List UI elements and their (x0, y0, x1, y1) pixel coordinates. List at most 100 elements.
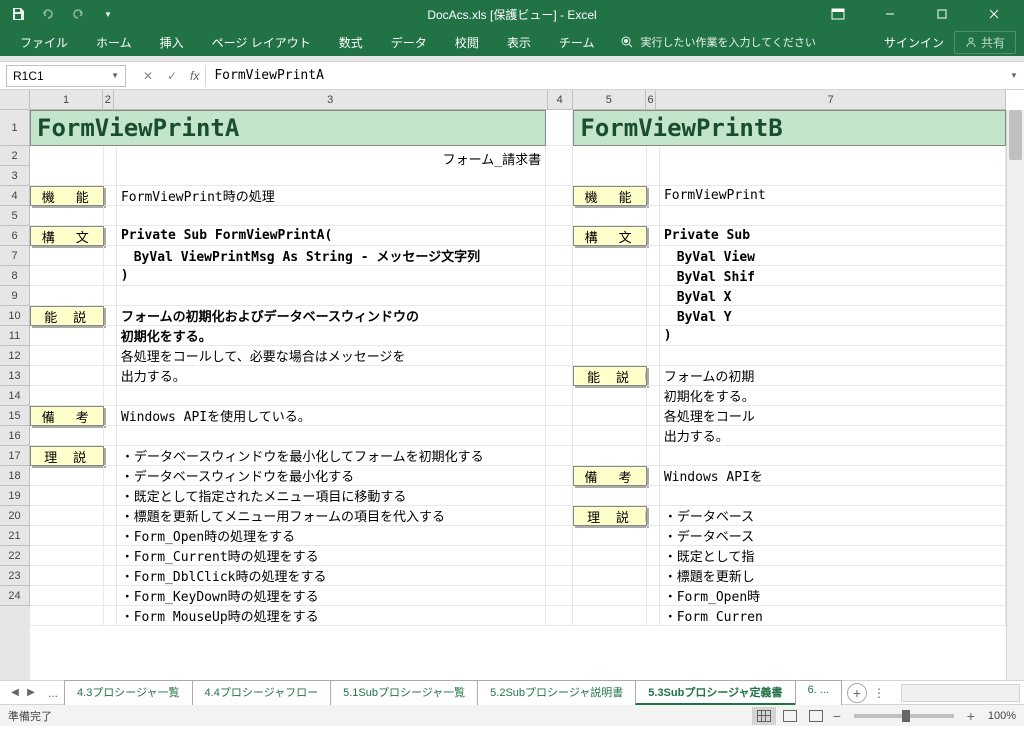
cell[interactable] (104, 246, 117, 266)
cell[interactable]: ・既定として指定されたメニュー項目に移動する (117, 486, 546, 506)
cell[interactable]: ・Form_Current時の処理をする (117, 546, 546, 566)
cell[interactable] (117, 206, 546, 226)
cell[interactable] (546, 406, 573, 426)
save-icon[interactable] (8, 4, 28, 24)
row-header[interactable]: 4 (0, 186, 30, 206)
sheet-tab[interactable]: 4.3プロシージャ一覧 (64, 680, 193, 705)
cell[interactable] (546, 466, 573, 486)
cell[interactable]: ByVal Shif (660, 266, 1006, 286)
row-header[interactable]: 10 (0, 306, 30, 326)
cell[interactable] (546, 346, 573, 366)
cell[interactable] (647, 286, 660, 306)
cell[interactable] (647, 526, 660, 546)
cell[interactable] (117, 426, 546, 446)
column-header[interactable]: 5 (573, 90, 646, 110)
cell[interactable] (573, 526, 647, 546)
cell[interactable] (647, 426, 660, 446)
cell[interactable] (573, 246, 647, 266)
view-page-layout-button[interactable] (778, 707, 802, 725)
cell[interactable]: フォームの初期化およびデータベースウィンドウの (117, 306, 546, 326)
cell[interactable]: ・データベースウィンドウを最小化する (117, 466, 546, 486)
cell[interactable] (647, 406, 660, 426)
tabs-more-icon[interactable]: ⋮ (867, 686, 891, 700)
cell[interactable] (546, 446, 573, 466)
cell[interactable] (647, 546, 660, 566)
cell[interactable] (573, 406, 647, 426)
cell[interactable] (647, 506, 660, 526)
cell[interactable] (546, 486, 573, 506)
cell[interactable] (647, 346, 660, 366)
tabs-overflow-left[interactable]: ... (42, 686, 64, 700)
row-header[interactable]: 15 (0, 406, 30, 426)
cell[interactable] (30, 326, 104, 346)
cell[interactable]: 処 理 説 明 (573, 506, 647, 526)
fx-icon[interactable]: fx (190, 69, 199, 83)
cell[interactable]: ) (117, 266, 546, 286)
tab-nav-next-icon[interactable]: ▶ (24, 686, 38, 700)
cell[interactable] (104, 446, 117, 466)
cell[interactable] (30, 466, 104, 486)
row-header[interactable]: 5 (0, 206, 30, 226)
undo-icon[interactable] (38, 4, 58, 24)
row-header[interactable]: 9 (0, 286, 30, 306)
formula-expand-icon[interactable]: ▼ (1004, 71, 1024, 80)
cell[interactable] (573, 206, 647, 226)
cell[interactable]: 構 文 (30, 226, 104, 246)
cell[interactable] (104, 286, 117, 306)
tab-data[interactable]: データ (379, 30, 439, 55)
cell[interactable] (647, 366, 660, 386)
cell[interactable]: Private Sub FormViewPrintA( (117, 226, 546, 246)
column-header[interactable]: 4 (548, 90, 573, 110)
cell[interactable] (104, 566, 117, 586)
cell[interactable]: ByVal ViewPrintMsg As String - メッセージ文字列 (117, 246, 546, 266)
cell[interactable] (573, 426, 647, 446)
row-header[interactable]: 18 (0, 466, 30, 486)
row-header[interactable]: 3 (0, 166, 30, 186)
tab-insert[interactable]: 挿入 (148, 30, 196, 55)
cell[interactable]: 各処理をコール (660, 406, 1006, 426)
cell[interactable] (30, 506, 104, 526)
maximize-button[interactable] (920, 0, 964, 28)
cell[interactable] (647, 386, 660, 406)
cell[interactable] (104, 306, 117, 326)
cell[interactable] (104, 326, 117, 346)
row-header[interactable]: 7 (0, 246, 30, 266)
cell[interactable] (30, 286, 104, 306)
tell-me-search[interactable]: 実行したい作業を入力してください (620, 34, 815, 50)
cell[interactable] (647, 206, 660, 226)
tab-view[interactable]: 表示 (495, 30, 543, 55)
cell[interactable] (104, 346, 117, 366)
cell[interactable] (647, 586, 660, 606)
row-header[interactable]: 22 (0, 546, 30, 566)
cell[interactable] (546, 586, 573, 606)
horizontal-scrollbar[interactable] (901, 684, 1020, 702)
cell[interactable] (104, 406, 117, 426)
cell[interactable] (647, 326, 660, 346)
column-header[interactable]: 3 (114, 90, 548, 110)
cell[interactable] (546, 526, 573, 546)
cell[interactable] (30, 426, 104, 446)
cell[interactable] (30, 546, 104, 566)
cell[interactable] (546, 226, 573, 246)
cell[interactable] (647, 226, 660, 246)
scrollbar-thumb[interactable] (1009, 110, 1022, 160)
row-header[interactable]: 14 (0, 386, 30, 406)
cell[interactable] (104, 546, 117, 566)
tab-home[interactable]: ホーム (84, 30, 144, 55)
cell[interactable] (104, 466, 117, 486)
cell[interactable] (30, 586, 104, 606)
cell[interactable]: Windows APIを (660, 466, 1006, 486)
cell[interactable] (30, 366, 104, 386)
row-header[interactable]: 17 (0, 446, 30, 466)
cell[interactable]: フォーム_請求書 (117, 146, 546, 186)
cell[interactable] (573, 566, 647, 586)
cell[interactable]: 出力する。 (117, 366, 546, 386)
cell[interactable]: ・データベース (660, 506, 1006, 526)
cell[interactable] (573, 386, 647, 406)
cell[interactable]: 備 考 (30, 406, 104, 426)
cells-area[interactable]: FormViewPrintAFormViewPrintBフォーム_請求書機 能F… (30, 110, 1006, 680)
cell[interactable] (30, 146, 104, 186)
cell[interactable]: 構 文 (573, 226, 647, 246)
cancel-formula-icon[interactable]: ✕ (138, 66, 158, 86)
share-button[interactable]: 共有 (954, 31, 1016, 54)
